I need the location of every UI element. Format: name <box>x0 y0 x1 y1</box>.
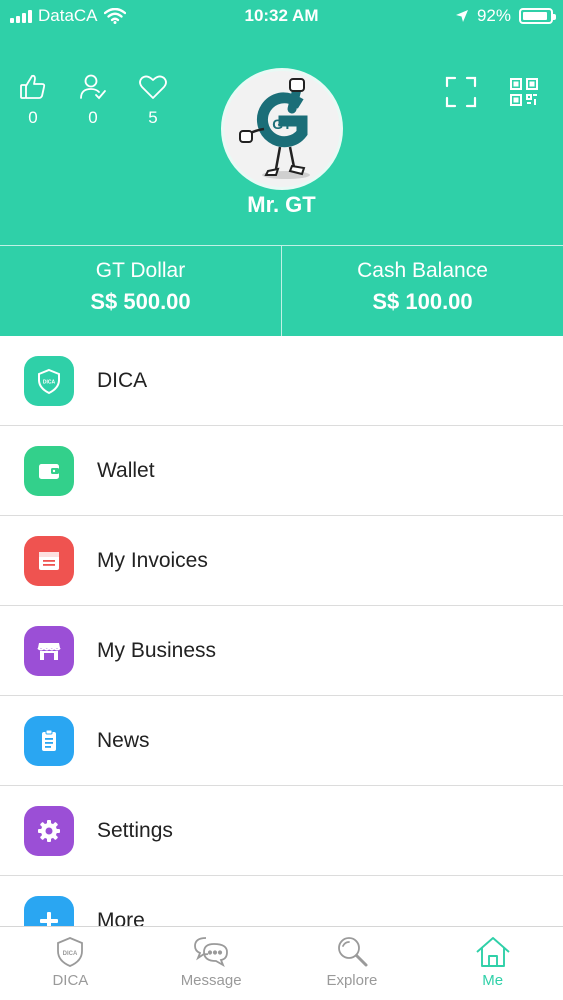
followers-stat[interactable]: 0 <box>76 72 110 128</box>
followers-icon <box>80 74 106 100</box>
avatar-logo-text: GT <box>272 116 292 132</box>
search-icon <box>337 937 368 967</box>
battery-fill <box>523 12 547 20</box>
gt-dollar-amount: S$ 500.00 <box>90 289 191 314</box>
cash-balance-label: Cash Balance <box>357 259 488 282</box>
favorites-count: 5 <box>148 108 158 127</box>
tab-label-message: Message <box>180 972 242 989</box>
likes-count: 0 <box>28 108 38 127</box>
tab-me[interactable]: Me <box>422 927 563 1000</box>
profile-header: DataCA 10:32 AM 92% 0 0 5 GT Mr. GT GT D… <box>0 0 563 336</box>
menu-list: DICA DICA Wallet My Invoices My Business… <box>0 336 563 926</box>
heart-icon <box>139 75 167 99</box>
gear-icon <box>38 819 60 842</box>
qr-code-button[interactable] <box>508 76 540 108</box>
qr-code-icon <box>510 78 538 106</box>
plus-icon <box>40 911 58 926</box>
menu-icon-bg <box>24 805 74 856</box>
tab-label-me: Me <box>482 972 504 989</box>
menu-label-wallet: Wallet <box>97 458 155 482</box>
menu-label-my-invoices: My Invoices <box>97 548 208 572</box>
gt-mascot-logo: GT <box>239 78 310 179</box>
tab-dica[interactable]: DICA DICA <box>0 927 141 1000</box>
menu-icon-bg <box>24 895 74 926</box>
menu-icon-bg <box>24 535 74 586</box>
avatar[interactable]: GT <box>221 68 343 190</box>
menu-item-more[interactable]: More <box>0 876 563 926</box>
menu-item-news[interactable]: News <box>0 696 563 786</box>
tab-bar: DICA DICA Message Explore Me <box>0 926 563 1000</box>
svg-text:DICA: DICA <box>43 379 56 385</box>
invoice-icon <box>39 551 59 570</box>
tab-label-explore: Explore <box>326 972 378 989</box>
menu-icon-bg <box>24 625 74 676</box>
location-arrow-icon <box>455 10 468 22</box>
menu-icon-bg <box>24 445 74 496</box>
news-icon <box>42 729 56 751</box>
balance-panel: GT Dollar S$ 500.00 Cash Balance S$ 100.… <box>0 245 563 336</box>
tab-explore[interactable]: Explore <box>282 927 423 1000</box>
gt-dollar-balance[interactable]: GT Dollar S$ 500.00 <box>0 246 281 336</box>
menu-label-settings: Settings <box>97 818 173 842</box>
thumbs-up-icon <box>20 74 46 99</box>
menu-item-wallet[interactable]: Wallet <box>0 426 563 516</box>
shield-icon: DICA <box>57 937 84 967</box>
gt-dollar-label: GT Dollar <box>95 259 186 282</box>
menu-label-dica: DICA <box>97 368 148 392</box>
menu-icon-bg: DICA <box>24 355 74 406</box>
scan-button[interactable] <box>445 76 477 108</box>
svg-text:DICA: DICA <box>63 951 78 957</box>
profile-name: Mr. GT <box>247 192 316 217</box>
likes-stat[interactable]: 0 <box>16 72 50 128</box>
menu-label-more: More <box>97 908 145 927</box>
menu-icon-bg <box>24 715 74 766</box>
followers-count: 0 <box>88 108 98 127</box>
menu-label-news: News <box>97 728 150 752</box>
tab-message[interactable]: Message <box>141 927 282 1000</box>
battery-percent: 92% <box>476 6 511 25</box>
chat-icon <box>194 937 229 968</box>
menu-label-my-business: My Business <box>97 638 217 662</box>
store-icon <box>37 642 61 660</box>
status-bar: DataCA 10:32 AM 92% <box>0 0 563 34</box>
menu-item-my-invoices[interactable]: My Invoices <box>0 516 563 606</box>
tab-label-dica: DICA <box>52 972 89 989</box>
status-right: 92% <box>455 6 556 26</box>
favorites-stat[interactable]: 5 <box>136 72 170 128</box>
menu-item-my-business[interactable]: My Business <box>0 606 563 696</box>
menu-item-settings[interactable]: Settings <box>0 786 563 876</box>
scan-icon <box>445 76 477 108</box>
cash-balance-amount: S$ 100.00 <box>372 289 473 314</box>
cash-balance[interactable]: Cash Balance S$ 100.00 <box>281 246 563 336</box>
menu-item-dica[interactable]: DICA DICA <box>0 336 563 426</box>
wallet-icon <box>39 463 59 479</box>
battery-icon <box>519 8 556 24</box>
shield-icon: DICA <box>38 368 60 394</box>
home-icon <box>475 937 510 967</box>
